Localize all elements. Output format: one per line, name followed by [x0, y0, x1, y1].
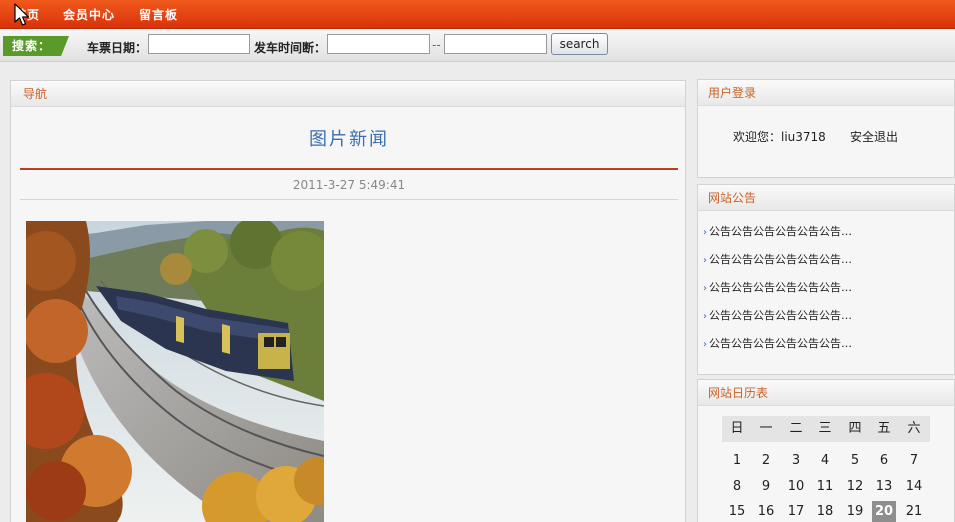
- calendar-day[interactable]: 11: [813, 476, 837, 498]
- calendar-day[interactable]: 4: [813, 450, 837, 472]
- date-divider: [20, 199, 678, 200]
- calendar-weekday: 四: [848, 421, 862, 436]
- calendar-panel-heading: 网站日历表: [698, 380, 954, 406]
- calendar-weekday: 一: [759, 421, 773, 436]
- notice-item[interactable]: › 公告公告公告公告公告公告…: [703, 251, 852, 279]
- calendar-day[interactable]: 17: [784, 501, 808, 522]
- chevron-right-icon: ›: [703, 283, 707, 294]
- calendar-day[interactable]: 6: [872, 450, 896, 472]
- calendar-day[interactable]: 7: [902, 450, 926, 472]
- site-calendar-panel: 网站日历表 日一二三四五六 1 2 3 4 5 6 7 8 9 10 11 12 13 14 15 16 17 18…: [697, 379, 955, 522]
- news-title: 图片新闻: [309, 129, 389, 150]
- calendar-day[interactable]: 18: [813, 501, 837, 522]
- notice-panel-heading: 网站公告: [698, 185, 954, 211]
- search-button[interactable]: search: [551, 33, 608, 55]
- title-divider: [20, 168, 678, 170]
- chevron-right-icon: ›: [703, 227, 707, 238]
- main-panel-heading: 导航: [11, 81, 685, 107]
- search-tag-label: 搜索：: [3, 36, 69, 56]
- ticket-date-input[interactable]: [148, 34, 250, 54]
- notice-item[interactable]: › 公告公告公告公告公告公告…: [703, 279, 852, 307]
- chevron-right-icon: ›: [703, 339, 707, 350]
- mouse-cursor-icon: [14, 3, 30, 26]
- calendar-day[interactable]: 14: [902, 476, 926, 498]
- notice-item[interactable]: › 公告公告公告公告公告公告…: [703, 223, 852, 251]
- site-notice-panel: 网站公告 › 公告公告公告公告公告公告… › 公告公告公告公告公告公告… › 公告公告…: [697, 184, 955, 375]
- calendar-day[interactable]: 1: [725, 450, 749, 472]
- notice-list: › 公告公告公告公告公告公告… › 公告公告公告公告公告公告… › 公告公告公告公告公…: [703, 223, 852, 363]
- calendar-weekday: 六: [907, 421, 921, 436]
- calendar-day[interactable]: 3: [784, 450, 808, 472]
- login-panel-heading: 用户登录: [698, 80, 954, 106]
- notice-item[interactable]: › 公告公告公告公告公告公告…: [703, 307, 852, 335]
- calendar-weekday: 五: [877, 421, 891, 436]
- departure-time-label: 发车时间断：: [254, 41, 327, 55]
- news-photo-train-image: [26, 221, 324, 522]
- calendar-day[interactable]: 5: [843, 450, 867, 472]
- calendar-weekday: 日: [730, 421, 744, 436]
- notice-item[interactable]: › 公告公告公告公告公告公告…: [703, 335, 852, 363]
- departure-time-from-input[interactable]: [327, 34, 430, 54]
- calendar-day[interactable]: 16: [754, 501, 778, 522]
- calendar-day[interactable]: 21: [902, 501, 926, 522]
- calendar-weekday: 二: [789, 421, 803, 436]
- calendar-day[interactable]: 19: [843, 501, 867, 522]
- calendar-day[interactable]: 15: [725, 501, 749, 522]
- departure-time-to-input[interactable]: [444, 34, 547, 54]
- user-login-panel: 用户登录 欢迎您：liu3718 安全退出: [697, 79, 955, 178]
- nav-guestbook-link[interactable]: 留言板: [139, 6, 178, 23]
- calendar-day-today[interactable]: 20: [872, 501, 896, 522]
- calendar-day[interactable]: 12: [843, 476, 867, 498]
- search-bar: 搜索： 车票日期： 发车时间断： -- search: [0, 29, 955, 62]
- news-date: 2011-3-27 5:49:41: [292, 178, 406, 192]
- calendar-day[interactable]: 10: [784, 476, 808, 498]
- top-nav-bar: 首页 会员中心 留言板: [0, 0, 955, 29]
- ticket-date-label: 车票日期：: [87, 41, 148, 55]
- logout-link[interactable]: 安全退出: [850, 128, 898, 145]
- chevron-right-icon: ›: [703, 311, 707, 322]
- chevron-right-icon: ›: [703, 255, 707, 266]
- main-content-panel: 导航 图片新闻 2011-3-27 5:49:41: [10, 80, 686, 522]
- calendar-day[interactable]: 9: [754, 476, 778, 498]
- calendar-weekday: 三: [818, 421, 832, 436]
- calendar-day[interactable]: 13: [872, 476, 896, 498]
- calendar-day[interactable]: 2: [754, 450, 778, 472]
- welcome-text: 欢迎您：liu3718: [733, 130, 826, 144]
- calendar-day[interactable]: 8: [725, 476, 749, 498]
- nav-member-center-link[interactable]: 会员中心: [63, 6, 115, 23]
- time-range-separator: --: [432, 38, 441, 52]
